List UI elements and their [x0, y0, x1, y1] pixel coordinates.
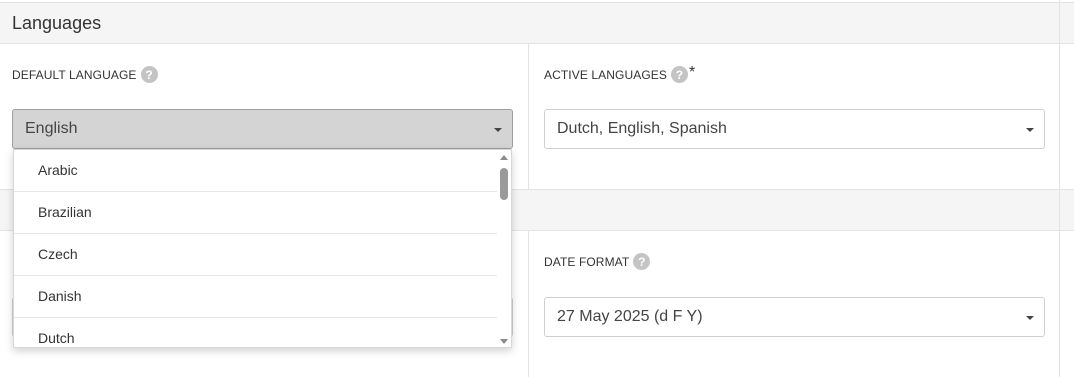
default-language-label: DEFAULT LANGUAGE ? — [12, 66, 158, 83]
default-language-value: English — [25, 120, 78, 137]
language-option[interactable]: Arabic — [14, 150, 498, 192]
active-languages-value: Dutch, English, Spanish — [557, 120, 727, 137]
help-icon[interactable]: ? — [633, 253, 651, 270]
column-divider — [528, 44, 529, 189]
language-option[interactable]: Brazilian — [14, 192, 498, 234]
active-languages-select[interactable]: Dutch, English, Spanish — [544, 109, 1045, 149]
help-icon[interactable]: ? — [670, 66, 688, 83]
languages-settings-page: Languages DEFAULT LANGUAGE ? English ACT… — [0, 0, 1074, 377]
scroll-down-icon[interactable] — [500, 339, 508, 344]
language-option[interactable]: Czech — [14, 234, 498, 276]
date-format-label: DATE FORMAT ? — [544, 253, 651, 270]
active-languages-label: ACTIVE LANGUAGES ? * — [544, 63, 696, 83]
date-format-select[interactable]: 27 May 2025 (d F Y) — [544, 297, 1045, 337]
chevron-down-icon — [1026, 128, 1034, 132]
date-format-value: 27 May 2025 (d F Y) — [557, 308, 703, 325]
default-language-select[interactable]: English — [12, 109, 513, 149]
chevron-down-icon — [494, 128, 502, 132]
chevron-down-icon — [1026, 316, 1034, 320]
language-option[interactable]: Danish — [14, 276, 498, 318]
default-language-dropdown: Arabic Brazilian Czech Danish Dutch — [13, 149, 512, 348]
scroll-up-icon[interactable] — [500, 155, 508, 160]
section-header: Languages — [0, 2, 1074, 44]
right-edge-divider — [1059, 0, 1060, 377]
column-divider — [528, 231, 529, 377]
scrollbar-thumb[interactable] — [500, 168, 508, 200]
help-icon[interactable]: ? — [140, 66, 158, 83]
language-option[interactable]: Dutch — [14, 318, 498, 347]
required-marker: * — [688, 63, 696, 81]
section-title: Languages — [12, 13, 102, 33]
dropdown-scrollbar[interactable] — [497, 150, 511, 347]
